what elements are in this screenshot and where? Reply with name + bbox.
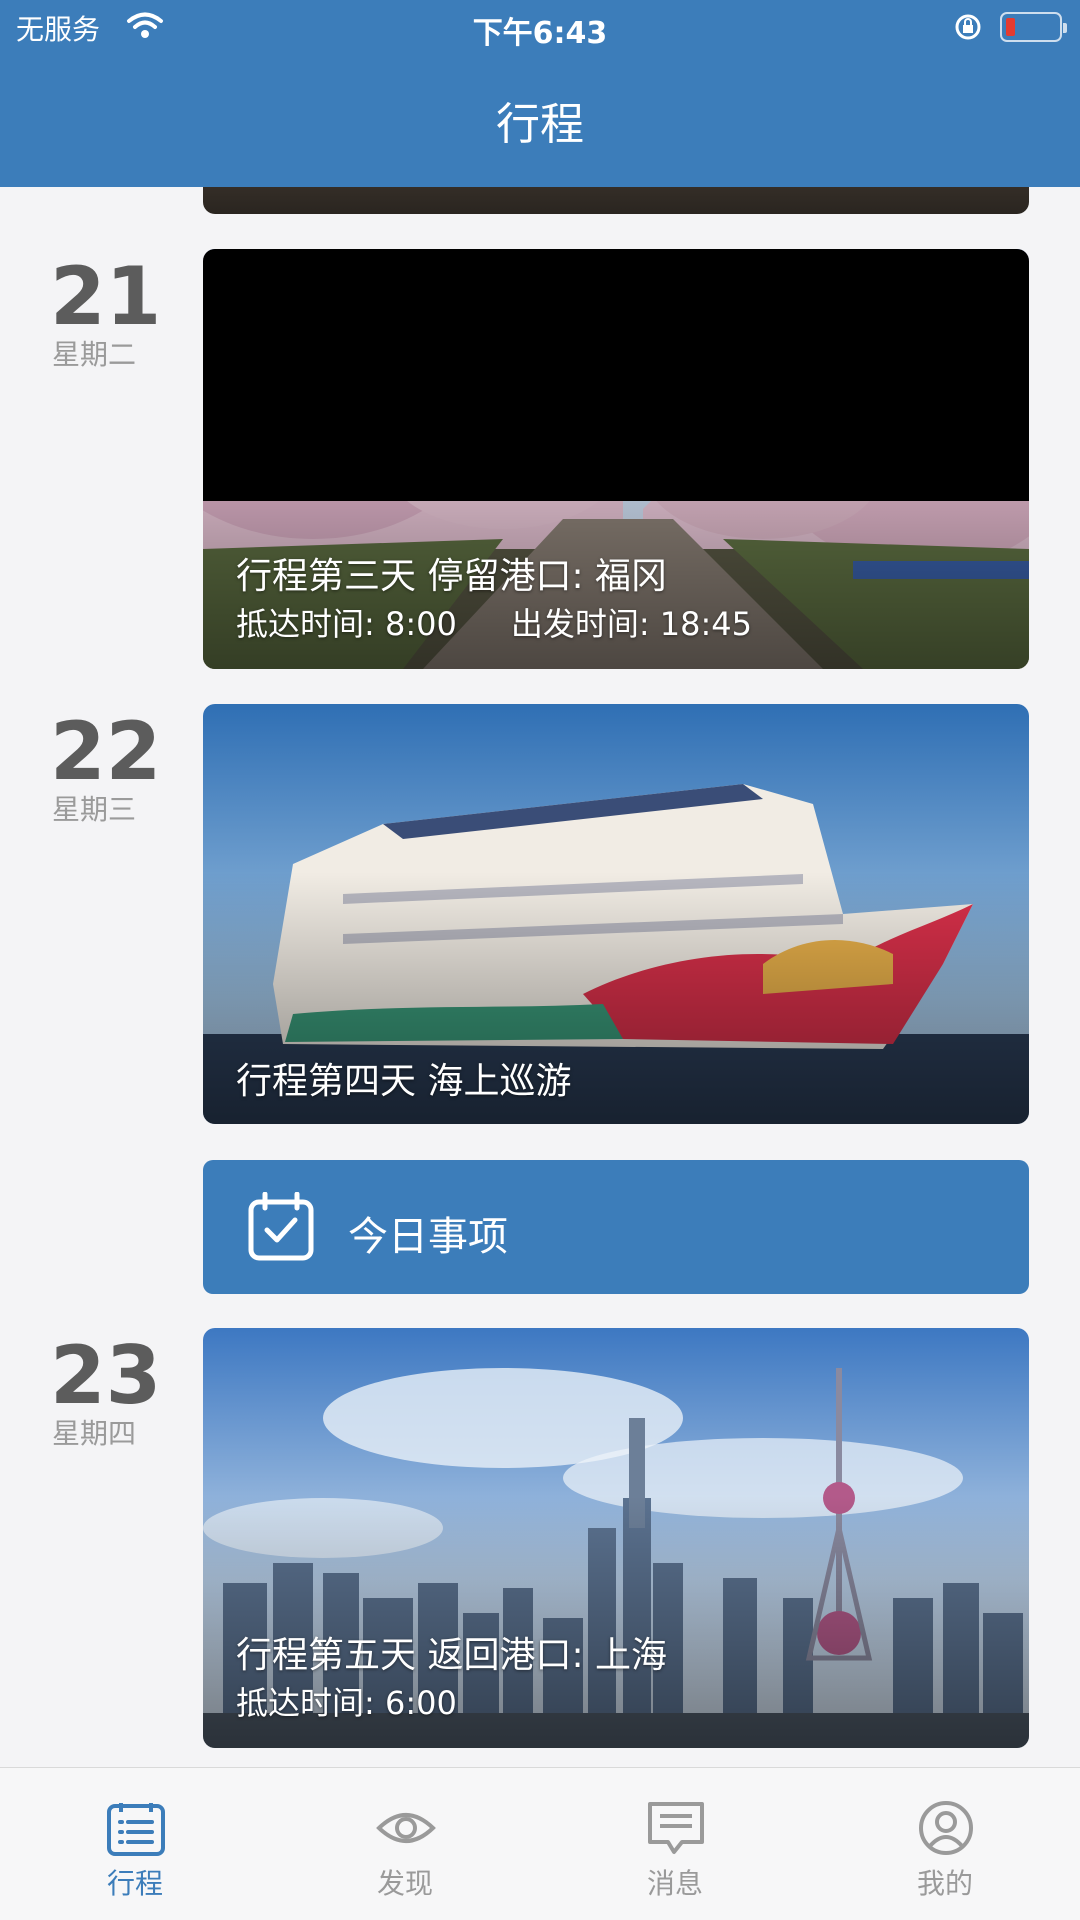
itinerary-card-day4[interactable]: 行程第四天 海上巡游 xyxy=(203,704,1029,1124)
card-title: 行程第三天 停留港口: 福冈 xyxy=(236,556,668,597)
card-title: 行程第五天 返回港口: 上海 xyxy=(236,1635,668,1676)
battery-icon xyxy=(1000,12,1067,42)
itinerary-list[interactable]: 21 星期二 行程第三天 停留港口: 福冈 抵达时间: 8:00 出发时间: 1… xyxy=(0,187,1080,1767)
arrival-time: 抵达时间: 6:00 xyxy=(236,1684,457,1722)
calendar-check-icon xyxy=(248,1192,314,1261)
weekday-label: 星期三 xyxy=(52,793,137,826)
eye-icon xyxy=(376,1813,436,1843)
itinerary-card-previous[interactable] xyxy=(203,187,1029,214)
tab-messages[interactable]: 消息 xyxy=(540,1768,810,1920)
orientation-lock-icon xyxy=(955,14,981,40)
day-number: 22 xyxy=(50,705,162,798)
today-items-label: 今日事项 xyxy=(348,1214,508,1260)
day-number: 21 xyxy=(50,250,162,343)
user-icon xyxy=(919,1801,973,1855)
status-bar: 无服务 下午6:43 xyxy=(0,0,1080,54)
departure-time: 出发时间: 18:45 xyxy=(510,605,753,643)
day-number: 23 xyxy=(50,1329,162,1422)
card-times: 抵达时间: 6:00 xyxy=(236,1678,457,1724)
today-items-button[interactable]: 今日事项 xyxy=(203,1160,1029,1294)
top-bar: 无服务 下午6:43 行程 xyxy=(0,0,1080,187)
tab-itinerary[interactable]: 行程 xyxy=(0,1768,270,1920)
weekday-label: 星期二 xyxy=(52,338,137,371)
message-icon xyxy=(648,1802,704,1854)
tab-discover[interactable]: 发现 xyxy=(270,1768,540,1920)
tab-bar: 行程 发现 消息 我的 xyxy=(0,1767,1080,1920)
tab-label: 我的 xyxy=(916,1867,973,1900)
tab-profile[interactable]: 我的 xyxy=(810,1768,1080,1920)
tab-label: 行程 xyxy=(106,1867,163,1900)
page-title: 行程 xyxy=(496,99,584,150)
card-times: 抵达时间: 8:00 出发时间: 18:45 xyxy=(236,599,752,645)
clock: 下午6:43 xyxy=(472,16,608,51)
weekday-label: 星期四 xyxy=(52,1417,137,1450)
card-title: 行程第四天 海上巡游 xyxy=(236,1061,572,1102)
itinerary-card-day5[interactable]: 行程第五天 返回港口: 上海 抵达时间: 6:00 xyxy=(203,1328,1029,1748)
tab-label: 发现 xyxy=(376,1867,433,1900)
tab-label: 消息 xyxy=(646,1867,703,1900)
itinerary-card-day3[interactable]: 行程第三天 停留港口: 福冈 抵达时间: 8:00 出发时间: 18:45 xyxy=(203,249,1029,669)
list-icon xyxy=(107,1803,165,1856)
arrival-time: 抵达时间: 8:00 xyxy=(236,605,457,643)
